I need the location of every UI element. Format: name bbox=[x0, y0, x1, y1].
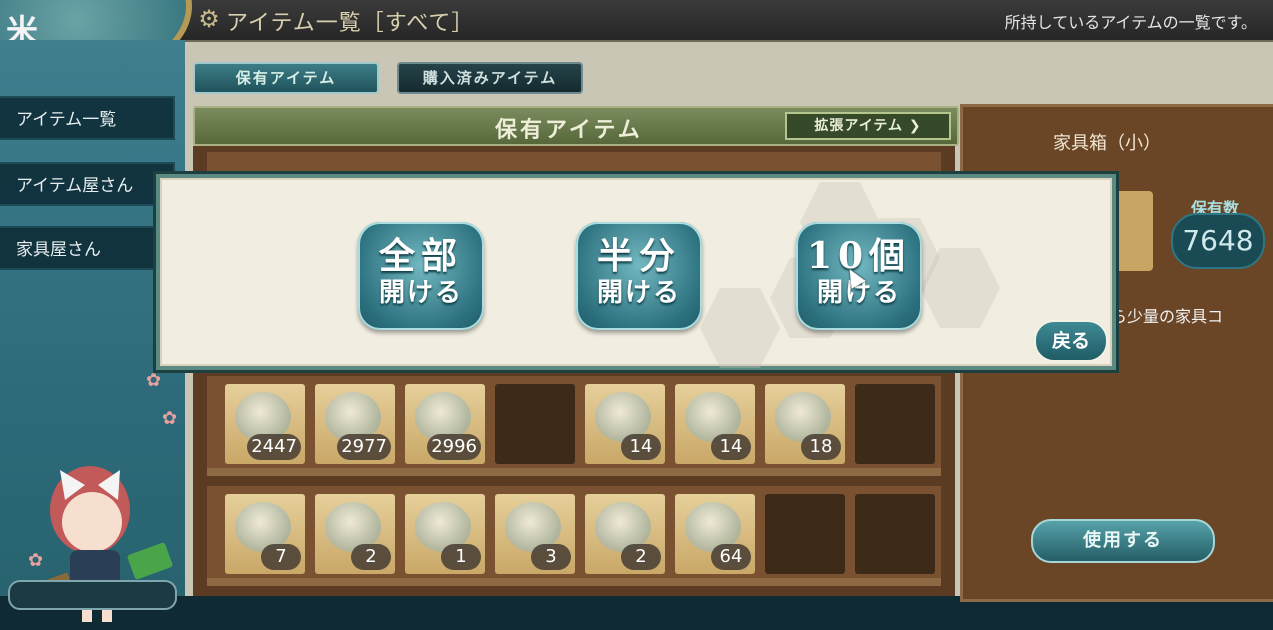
back-button[interactable]: 戻る bbox=[1034, 320, 1108, 362]
item-count-badge: 2 bbox=[351, 544, 391, 570]
open-half-line2: 開ける bbox=[596, 278, 681, 308]
item-count-badge: 64 bbox=[711, 544, 751, 570]
sidebar-item-item-list[interactable]: アイテム一覧 bbox=[0, 96, 175, 140]
item-count-badge: 1 bbox=[441, 544, 481, 570]
item-slot[interactable]: 3 bbox=[495, 494, 575, 574]
item-slot[interactable]: 1 bbox=[405, 494, 485, 574]
item-count-badge: 2447 bbox=[247, 434, 301, 460]
open-all-line1: 全部 bbox=[378, 235, 463, 277]
item-description: ら少量の家具コ bbox=[1111, 307, 1224, 326]
owned-count-value: 7648 bbox=[1171, 213, 1265, 269]
item-slot[interactable]: 18 bbox=[765, 384, 845, 464]
item-count-badge: 18 bbox=[801, 434, 841, 460]
item-count-badge: 3 bbox=[531, 544, 571, 570]
page-title: アイテム一覧［すべて］ bbox=[226, 11, 475, 36]
sidebar-bottom-button[interactable] bbox=[8, 580, 177, 610]
expand-items-button[interactable]: 拡張アイテム ❯ bbox=[785, 112, 951, 140]
tab-owned-items[interactable]: 保有アイテム bbox=[193, 62, 379, 94]
empty-slot bbox=[855, 384, 935, 464]
item-slot[interactable]: 2 bbox=[585, 494, 665, 574]
item-slot[interactable]: 2996 bbox=[405, 384, 485, 464]
item-count-badge: 2996 bbox=[427, 434, 481, 460]
hex-decoration bbox=[700, 288, 780, 368]
open-all-line2: 開ける bbox=[378, 278, 463, 308]
open-half-line1: 半分 bbox=[596, 235, 681, 277]
sidebar-item-item-shop[interactable]: アイテム屋さん bbox=[0, 162, 175, 206]
sidebar-item-furniture-shop[interactable]: 家具屋さん bbox=[0, 226, 175, 270]
use-button[interactable]: 使用する bbox=[1031, 519, 1215, 563]
open-box-dialog: 全部 開ける 半分 開ける 10個 開ける 戻る bbox=[156, 174, 1116, 370]
flower-icon: ✿ bbox=[162, 408, 178, 429]
flower-icon: ✿ bbox=[146, 370, 162, 391]
shelf-header-label: 保有アイテム bbox=[495, 118, 643, 143]
item-slot[interactable]: 7 bbox=[225, 494, 305, 574]
shelf-row: 2447 2977 2996 14 14 18 bbox=[207, 376, 941, 476]
tab-purchased-items[interactable]: 購入済みアイテム bbox=[397, 62, 583, 94]
item-count-badge: 14 bbox=[621, 434, 661, 460]
item-slot[interactable]: 2 bbox=[315, 494, 395, 574]
item-count-badge: 7 bbox=[261, 544, 301, 570]
empty-slot bbox=[495, 384, 575, 464]
item-slot[interactable]: 64 bbox=[675, 494, 755, 574]
item-count-badge: 2 bbox=[621, 544, 661, 570]
item-slot[interactable]: 14 bbox=[585, 384, 665, 464]
shelf-row: 7 2 1 3 2 64 bbox=[207, 486, 941, 586]
open-half-button[interactable]: 半分 開ける bbox=[576, 222, 702, 330]
shelf-header: 保有アイテム 拡張アイテム ❯ bbox=[193, 106, 959, 146]
item-name: 家具箱（小） bbox=[1053, 133, 1161, 154]
page-subtitle: 所持しているアイテムの一覧です。 bbox=[1004, 13, 1257, 32]
gear-icon: ⚙ bbox=[198, 5, 220, 33]
empty-slot bbox=[765, 494, 845, 574]
open-all-button[interactable]: 全部 開ける bbox=[358, 222, 484, 330]
item-count-badge: 2977 bbox=[337, 434, 391, 460]
item-slot[interactable]: 2447 bbox=[225, 384, 305, 464]
item-slot[interactable]: 2977 bbox=[315, 384, 395, 464]
item-slot[interactable]: 14 bbox=[675, 384, 755, 464]
empty-slot bbox=[855, 494, 935, 574]
item-count-badge: 14 bbox=[711, 434, 751, 460]
